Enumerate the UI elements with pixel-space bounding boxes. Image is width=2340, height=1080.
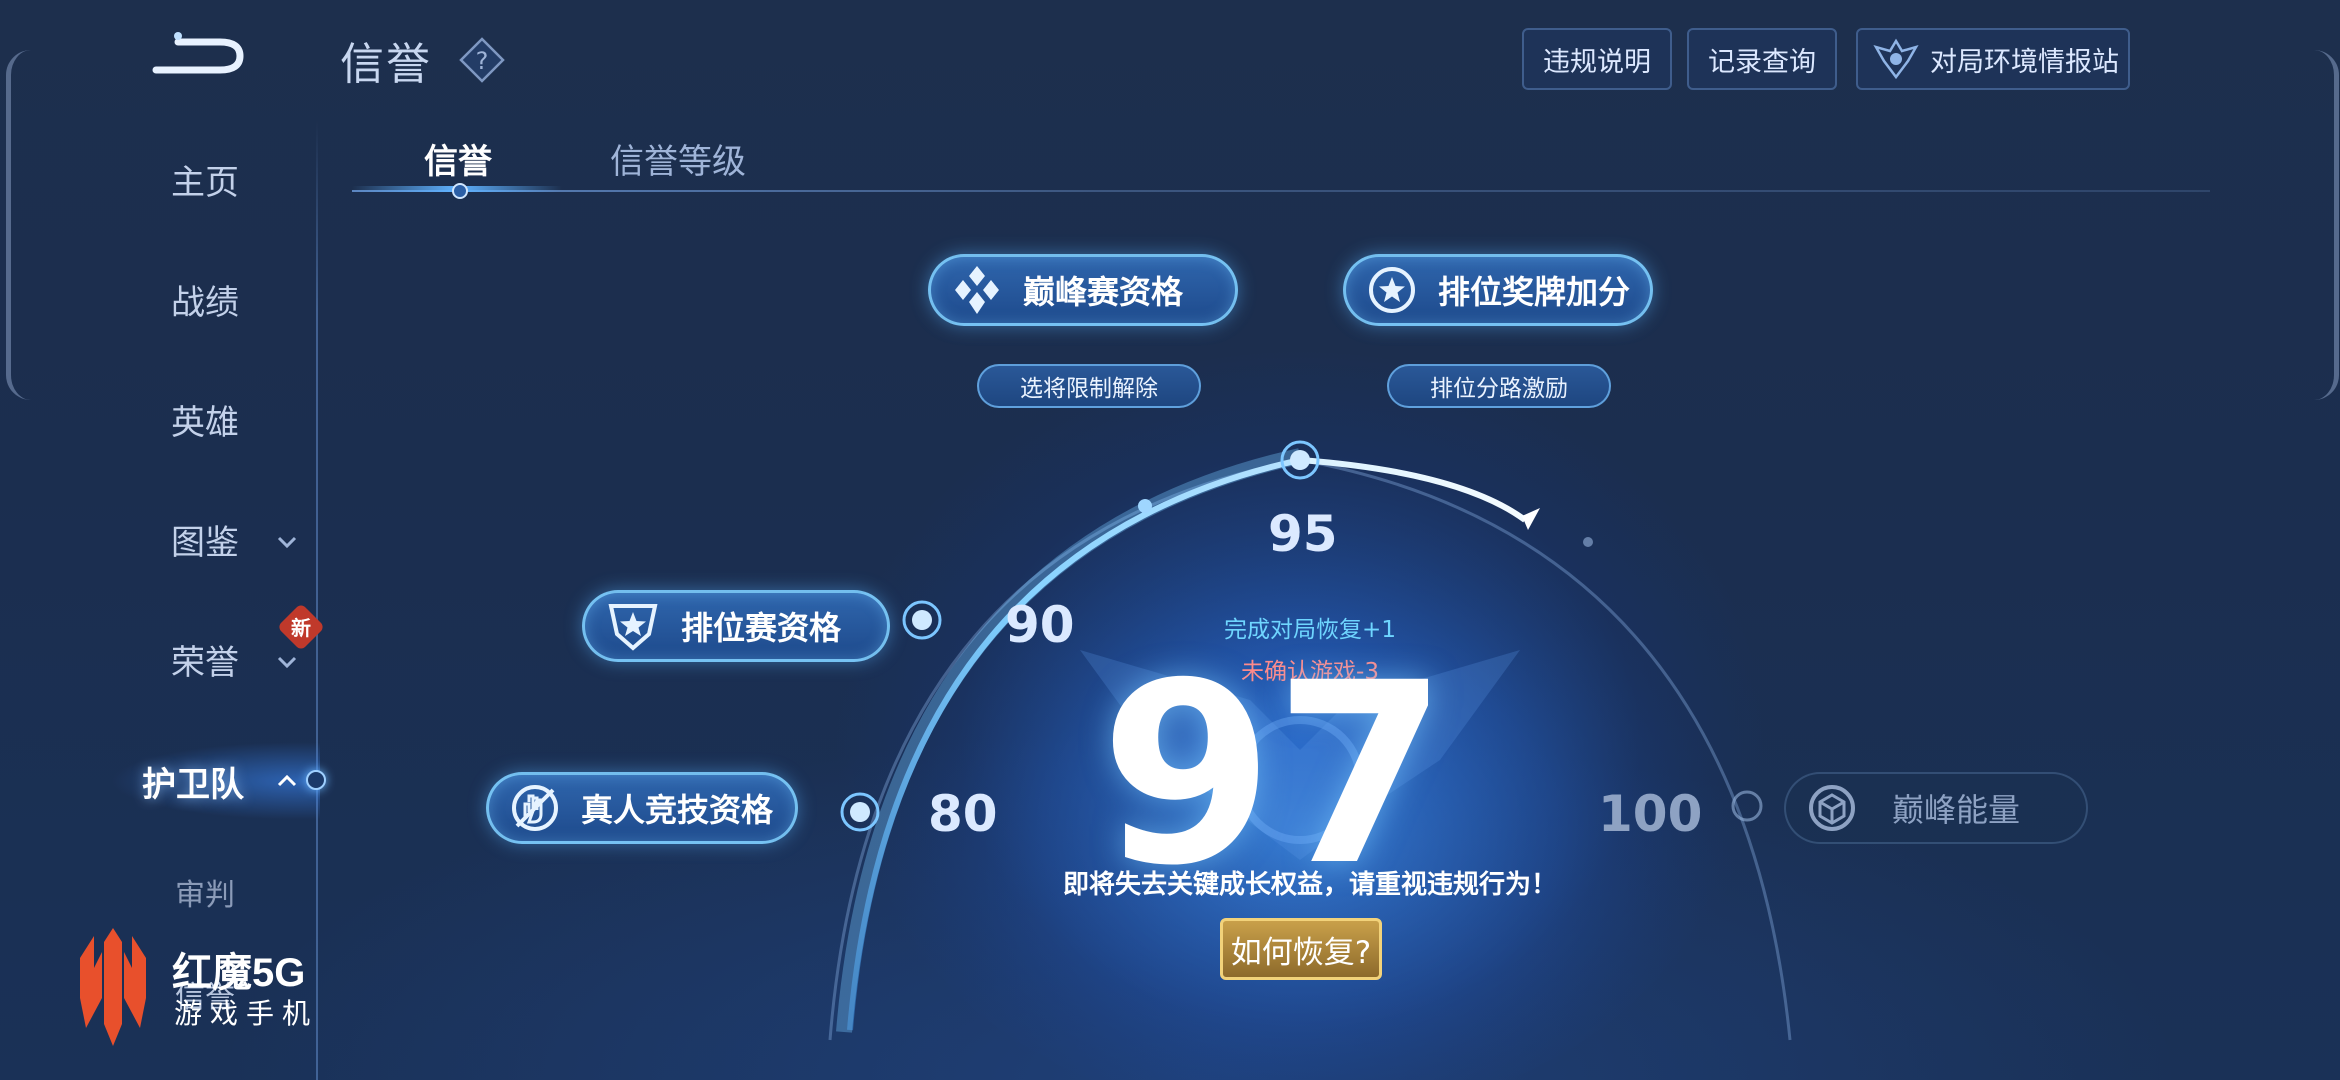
new-badge-text: 新 <box>291 616 311 640</box>
medal-star-icon <box>1369 267 1415 313</box>
hand-shield-icon <box>512 785 558 831</box>
logo-brand: 红魔5G <box>172 951 306 995</box>
sidebar-divider <box>316 120 318 1080</box>
sidebar-item-heroes[interactable]: 英雄 <box>120 395 290 444</box>
peak-energy-pill[interactable]: 巅峰能量 <box>1784 772 2088 844</box>
warning-text: 即将失去关键成长权益，请重视违规行为！ <box>1062 870 1557 900</box>
sidebar-item-honor[interactable]: 荣誉 <box>120 635 290 684</box>
peak-match-qualification-pill[interactable]: 巅峰赛资格 <box>928 254 1238 326</box>
eagle-emblem-icon <box>1873 38 1919 80</box>
sidebar-subitem-judgment[interactable]: 审判 <box>120 870 290 914</box>
pick-restriction-unlock-pill[interactable]: 选将限制解除 <box>977 364 1201 408</box>
left-edge-decoration <box>6 50 31 400</box>
scale-label-90: 90 <box>1005 596 1075 654</box>
logo-tagline: 游戏手机 <box>174 997 319 1030</box>
scale-label-95: 95 <box>1268 505 1338 563</box>
sidebar-item-home[interactable]: 主页 <box>120 155 290 204</box>
rank-medal-bonus-pill[interactable]: 排位奖牌加分 <box>1343 254 1653 326</box>
violation-description-button[interactable]: 违规说明 <box>1522 28 1672 90</box>
human-match-label: 真人竞技资格 <box>581 791 774 829</box>
page-title: 信誉 <box>340 39 432 90</box>
help-icon[interactable]: ? <box>458 36 506 84</box>
red-magic-logo <box>80 928 146 1046</box>
rank-lane-incentive-pill[interactable]: 排位分路激励 <box>1387 364 1611 408</box>
ranked-match-label: 排位赛资格 <box>681 609 842 647</box>
peak-energy-label: 巅峰能量 <box>1892 791 2021 829</box>
violation-description-label: 违规说明 <box>1543 46 1651 78</box>
chevron-down-icon[interactable] <box>276 535 298 549</box>
chevron-up-icon[interactable] <box>276 774 298 788</box>
right-edge-decoration <box>2314 50 2339 400</box>
svg-text:?: ? <box>476 47 489 75</box>
ranked-match-qualification-pill[interactable]: 排位赛资格 <box>582 590 890 662</box>
chevron-down-icon[interactable] <box>276 655 298 669</box>
environment-station-button[interactable]: 对局环境情报站 <box>1856 28 2130 90</box>
sidebar-item-records[interactable]: 战绩 <box>120 275 290 324</box>
back-button[interactable] <box>148 30 248 84</box>
how-to-recover-label: 如何恢复? <box>1230 934 1372 971</box>
diamond-cluster-icon <box>955 266 999 314</box>
how-to-recover-button[interactable]: 如何恢复? <box>1220 918 1382 980</box>
pick-unlock-label: 选将限制解除 <box>1020 376 1158 402</box>
tab-credit[interactable]: 信誉 <box>424 134 492 183</box>
back-arrow-icon <box>152 32 244 74</box>
record-query-label: 记录查询 <box>1708 46 1816 78</box>
credit-score: 97 <box>1100 629 1448 920</box>
active-nav-node <box>306 770 326 790</box>
rank-medal-label: 排位奖牌加分 <box>1438 273 1631 311</box>
star-shield-icon <box>608 604 658 651</box>
scale-label-80: 80 <box>928 785 998 843</box>
environment-station-label: 对局环境情报站 <box>1930 46 2119 78</box>
scale-label-100: 100 <box>1598 785 1703 843</box>
sidebar-item-codex[interactable]: 图鉴 <box>120 515 290 564</box>
tab-credit-level[interactable]: 信誉等级 <box>610 134 746 183</box>
tab-indicator-node <box>452 183 468 199</box>
tab-divider <box>352 190 2210 192</box>
human-competition-qualification-pill[interactable]: 真人竞技资格 <box>486 772 798 844</box>
peak-match-label: 巅峰赛资格 <box>1023 273 1184 311</box>
energy-cube-icon <box>1809 785 1855 831</box>
rank-lane-label: 排位分路激励 <box>1430 376 1568 402</box>
record-query-button[interactable]: 记录查询 <box>1687 28 1837 90</box>
sidebar-item-guard-team[interactable]: 护卫队 <box>108 757 278 806</box>
